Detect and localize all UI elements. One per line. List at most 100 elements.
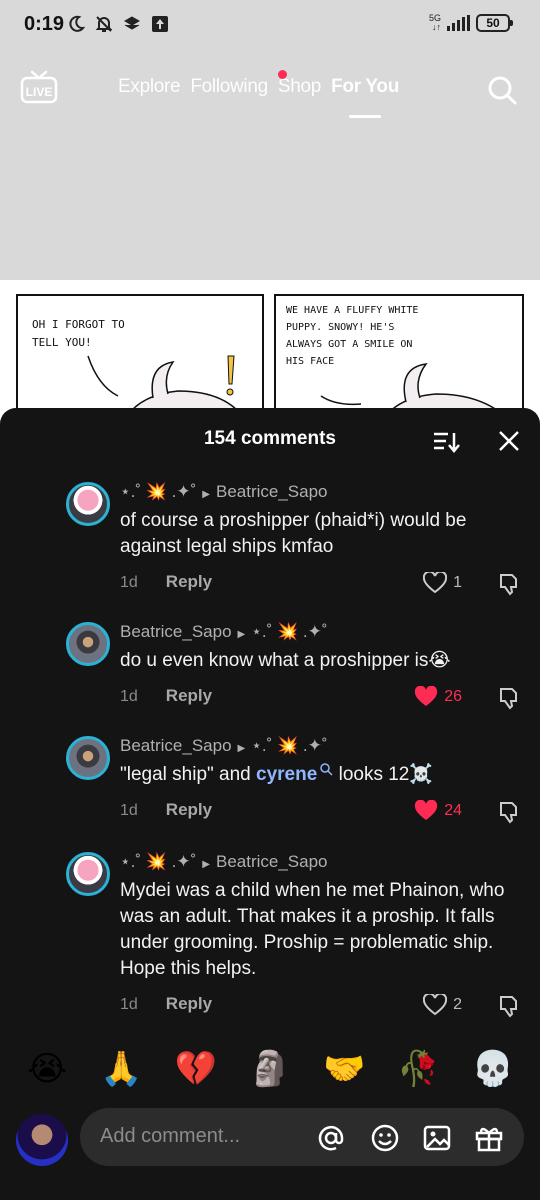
- search-icon[interactable]: [486, 74, 518, 106]
- comment-username[interactable]: ⋆.˚ 💥 .✦˚: [120, 852, 196, 871]
- reply-button[interactable]: Reply: [166, 572, 212, 591]
- heart-filled-icon: [415, 686, 438, 706]
- comment-text-part: looks 12☠️: [333, 764, 434, 785]
- comment-text: do u even know what a proshipper is😭: [120, 650, 451, 671]
- comment-item: ⋆.˚ 💥 .✦˚ ▶ Beatrice_Sapo Mydei was a chil…: [66, 852, 528, 1022]
- comment-time: 1d: [120, 802, 138, 819]
- emoji-quick-bar: 😭 🙏 💔 🗿 🤝 🥀 💀: [0, 1042, 540, 1096]
- comment-item: ⋆.˚ 💥 .✦˚ ▶ Beatrice_Sapo of course a pros…: [66, 482, 528, 596]
- status-right: 5G ↓↑ 50: [428, 13, 513, 32]
- reply-to-username[interactable]: Beatrice_Sapo: [216, 852, 328, 871]
- gift-icon[interactable]: [474, 1123, 504, 1153]
- comment-meta: 1d Reply: [120, 686, 212, 706]
- my-avatar[interactable]: [16, 1114, 68, 1166]
- emoji-skull[interactable]: 💀: [470, 1049, 516, 1089]
- comment-time: 1d: [120, 996, 138, 1013]
- comment-item: Beatrice_Sapo ▶ ⋆.˚ 💥 .✦˚ "legal ship" and…: [66, 736, 528, 826]
- status-time: 0:19: [24, 13, 65, 35]
- comment-text: of course a proshipper (phaid*i) would b…: [120, 510, 467, 557]
- comment-text: Mydei was a child when he met Phainon, w…: [120, 880, 505, 979]
- comment-username-line[interactable]: Beatrice_Sapo ▶ ⋆.˚ 💥 .✦˚: [120, 736, 328, 756]
- svg-text:LIVE: LIVE: [26, 85, 53, 99]
- comment-username[interactable]: ⋆.˚ 💥 .✦˚: [120, 482, 196, 501]
- comment-input[interactable]: Add comment...: [80, 1108, 524, 1166]
- like-count: 26: [444, 688, 462, 705]
- close-icon[interactable]: [498, 430, 520, 452]
- heart-filled-icon: [415, 800, 438, 820]
- sort-icon[interactable]: [432, 430, 460, 454]
- upload-icon: [152, 16, 168, 32]
- layers-icon: [123, 16, 141, 30]
- tab-for-you[interactable]: For You: [331, 76, 399, 118]
- tab-shop[interactable]: Shop: [278, 76, 321, 98]
- comments-header: 154 comments: [0, 408, 540, 472]
- avatar[interactable]: [66, 852, 110, 896]
- avatar[interactable]: [66, 736, 110, 780]
- comic-panel-1: OH I FORGOT TO TELL YOU!: [16, 294, 264, 424]
- dislike-icon[interactable]: [498, 686, 522, 710]
- comment-meta: 1d Reply: [120, 572, 212, 592]
- emoji-icon[interactable]: [370, 1123, 400, 1153]
- emoji-handshake[interactable]: 🤝: [321, 1049, 367, 1089]
- comment-time: 1d: [120, 574, 138, 591]
- battery-icon: 50: [476, 14, 513, 32]
- comment-meta: 1d Reply: [120, 800, 212, 820]
- dislike-icon[interactable]: [498, 572, 522, 596]
- moon-icon: [69, 15, 86, 32]
- search-mention-link[interactable]: cyrene: [256, 764, 317, 785]
- avatar[interactable]: [66, 482, 110, 526]
- emoji-moai[interactable]: 🗿: [247, 1049, 293, 1089]
- reply-button[interactable]: Reply: [166, 994, 212, 1013]
- reply-to-username[interactable]: Beatrice_Sapo: [216, 482, 328, 501]
- live-icon[interactable]: LIVE: [20, 70, 58, 104]
- notification-dot: [278, 70, 287, 79]
- search-icon[interactable]: [319, 762, 333, 776]
- avatar[interactable]: [66, 622, 110, 666]
- emoji-loudly-crying[interactable]: 😭: [24, 1049, 70, 1089]
- comment-username[interactable]: Beatrice_Sapo: [120, 622, 232, 641]
- signal-icon: [447, 15, 470, 31]
- tab-explore[interactable]: Explore: [118, 76, 181, 98]
- tab-following[interactable]: Following: [190, 76, 268, 98]
- image-icon[interactable]: [422, 1123, 452, 1153]
- comment-time: 1d: [120, 688, 138, 705]
- heart-outline-icon: [423, 572, 448, 594]
- comment-text-part: "legal ship" and: [120, 764, 257, 785]
- mention-icon[interactable]: [316, 1123, 346, 1153]
- reply-button[interactable]: Reply: [166, 800, 212, 819]
- comic-panel-2: WE HAVE A FLUFFY WHITE PUPPY. SNOWY! HE'…: [274, 294, 524, 424]
- like-count: 1: [453, 574, 462, 591]
- like-button[interactable]: 26: [414, 686, 462, 708]
- comment-item: Beatrice_Sapo ▶ ⋆.˚ 💥 .✦˚ do u even know w…: [66, 622, 528, 712]
- emoji-broken-heart[interactable]: 💔: [173, 1049, 219, 1089]
- video-content[interactable]: OH I FORGOT TO TELL YOU! WE HAVE A FLUFF…: [0, 280, 540, 424]
- reply-button[interactable]: Reply: [166, 686, 212, 705]
- comment-input-placeholder: Add comment...: [100, 1125, 241, 1147]
- comment-input-row: Add comment...: [0, 1100, 540, 1200]
- comment-username-line[interactable]: ⋆.˚ 💥 .✦˚ ▶ Beatrice_Sapo: [120, 852, 328, 872]
- like-button[interactable]: 2: [423, 994, 462, 1016]
- comment-text: "legal ship" and cyrene looks 12☠️: [120, 762, 520, 788]
- reply-arrow-icon: ▶: [202, 489, 210, 500]
- status-icons: [66, 14, 170, 34]
- network-type: 5G ↓↑: [428, 13, 441, 32]
- emoji-wilted-flower[interactable]: 🥀: [396, 1049, 442, 1089]
- reply-arrow-icon: ▶: [237, 629, 246, 640]
- emoji-folded-hands[interactable]: 🙏: [98, 1049, 144, 1089]
- comment-meta: 1d Reply: [120, 994, 212, 1014]
- reply-to-username[interactable]: ⋆.˚ 💥 .✦˚: [251, 736, 327, 755]
- dislike-icon[interactable]: [498, 800, 522, 824]
- like-button[interactable]: 1: [423, 572, 462, 594]
- bell-muted-icon: [95, 16, 113, 32]
- reply-arrow-icon: ▶: [202, 859, 210, 870]
- status-bar: 0:19 5G ↓↑ 50: [0, 0, 540, 52]
- top-navigation: LIVE Explore Following Shop For You: [0, 52, 540, 132]
- comment-username-line[interactable]: ⋆.˚ 💥 .✦˚ ▶ Beatrice_Sapo: [120, 482, 328, 502]
- reply-to-username[interactable]: ⋆.˚ 💥 .✦˚: [251, 622, 327, 641]
- like-count: 24: [444, 802, 462, 819]
- comment-username[interactable]: Beatrice_Sapo: [120, 736, 232, 755]
- dislike-icon[interactable]: [498, 994, 522, 1018]
- like-button[interactable]: 24: [414, 800, 462, 822]
- feed-tabs: Explore Following Shop For You: [118, 76, 409, 118]
- comment-username-line[interactable]: Beatrice_Sapo ▶ ⋆.˚ 💥 .✦˚: [120, 622, 328, 642]
